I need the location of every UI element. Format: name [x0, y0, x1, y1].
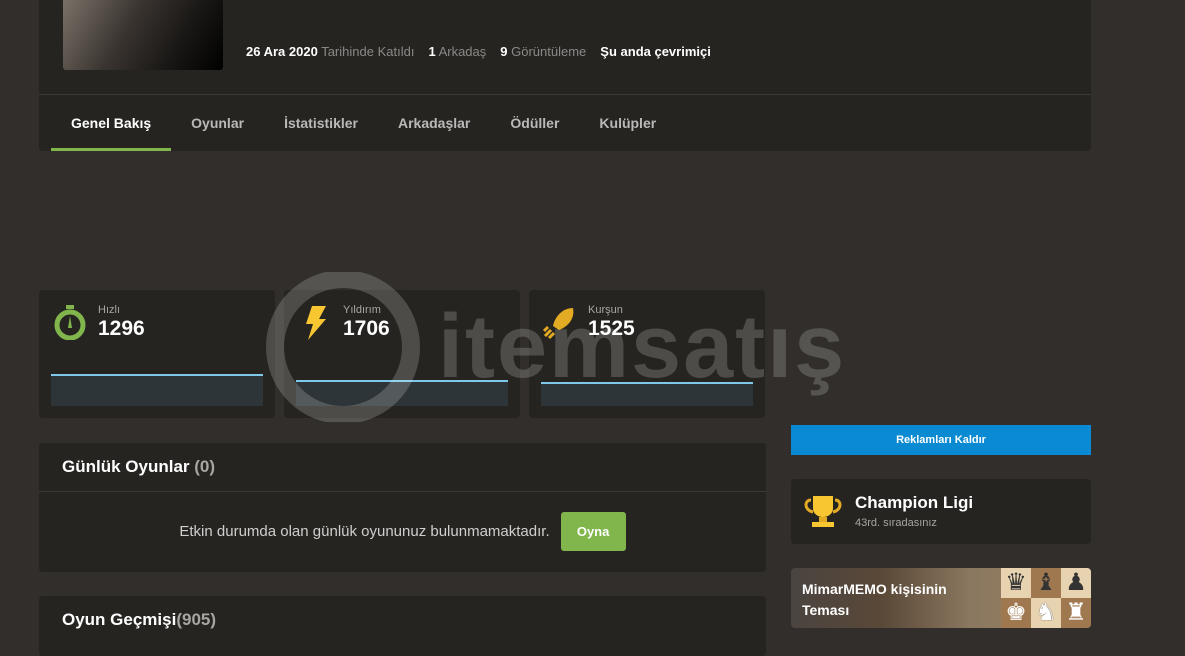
bishop-icon: ♝: [1031, 568, 1061, 598]
rating-label: Yıldırım: [343, 304, 381, 316]
tab-awards[interactable]: Ödüller: [490, 95, 579, 151]
play-button[interactable]: Oyna: [560, 512, 626, 551]
remove-ads-button[interactable]: Reklamları Kaldır: [791, 425, 1091, 455]
rating-card-bullet[interactable]: Kurşun 1525: [529, 290, 765, 418]
lightning-icon: [306, 306, 326, 340]
league-card[interactable]: Champion Ligi 43rd. sıradasınız: [791, 479, 1091, 544]
theme-title: MimarMEMO kişisinin Teması: [802, 581, 947, 618]
league-title: Champion Ligi: [855, 493, 974, 512]
profile-header: 26 Ara 2020 Tarihinde Katıldı 1 Arkadaş …: [39, 0, 1091, 151]
pawn-icon: ♟: [1061, 568, 1091, 598]
rating-card-blitz[interactable]: Yıldırım 1706: [284, 290, 520, 418]
chess-pieces-preview: ♛ ♝ ♟ ♚ ♞ ♜: [1001, 568, 1091, 628]
king-icon: ♚: [1001, 598, 1031, 628]
rating-value: 1706: [343, 317, 390, 340]
history-count: (905): [176, 610, 217, 629]
tab-stats[interactable]: İstatistikler: [264, 95, 378, 151]
rating-value: 1525: [588, 317, 635, 340]
daily-count: (0): [194, 457, 216, 476]
rating-graph: [541, 382, 753, 406]
panel-title: Oyun Geçmişi: [62, 610, 177, 629]
theme-card[interactable]: ♛ ♝ ♟ ♚ ♞ ♜ MimarMEMO kişisinin Teması: [791, 568, 1091, 628]
rating-graph: [296, 380, 508, 406]
knight-icon: ♞: [1031, 598, 1061, 628]
profile-meta: 26 Ara 2020 Tarihinde Katıldı 1 Arkadaş …: [246, 44, 711, 59]
daily-games-panel: Günlük Oyunlar (0) Etkin durumda olan gü…: [39, 443, 766, 572]
empty-message: Etkin durumda olan günlük oyununuz bulun…: [179, 523, 550, 540]
joined-date: 26 Ara 2020: [246, 44, 318, 59]
tab-overview[interactable]: Genel Bakış: [51, 95, 172, 151]
league-rank: 43rd. sıradasınız: [855, 517, 937, 529]
rating-label: Hızlı: [98, 304, 120, 316]
tab-clubs[interactable]: Kulüpler: [579, 95, 676, 151]
rating-card-rapid[interactable]: Hızlı 1296: [39, 290, 275, 418]
bullet-rocket-icon: [543, 308, 574, 340]
avatar[interactable]: [63, 0, 223, 70]
queen-icon: ♛: [1001, 568, 1031, 598]
tab-games[interactable]: Oyunlar: [171, 95, 264, 151]
views-count: 9: [500, 44, 508, 59]
profile-tabs: Genel Bakış Oyunlar İstatistikler Arkada…: [51, 95, 676, 151]
rook-icon: ♜: [1061, 598, 1091, 628]
online-status: Şu anda çevrimiçi: [600, 44, 711, 59]
game-history-panel: Oyun Geçmişi(905): [39, 596, 766, 656]
rating-label: Kurşun: [588, 304, 623, 316]
rating-value: 1296: [98, 317, 145, 340]
tab-friends[interactable]: Arkadaşlar: [378, 95, 490, 151]
joined-label: Tarihinde Katıldı: [321, 44, 415, 59]
friends-label[interactable]: Arkadaş: [439, 44, 487, 59]
friends-count: 1: [428, 44, 436, 59]
rating-graph: [51, 374, 263, 406]
panel-title: Günlük Oyunlar: [62, 457, 190, 476]
stopwatch-icon: [54, 305, 86, 340]
views-label: Görüntüleme: [511, 44, 587, 59]
trophy-icon: [804, 496, 842, 527]
